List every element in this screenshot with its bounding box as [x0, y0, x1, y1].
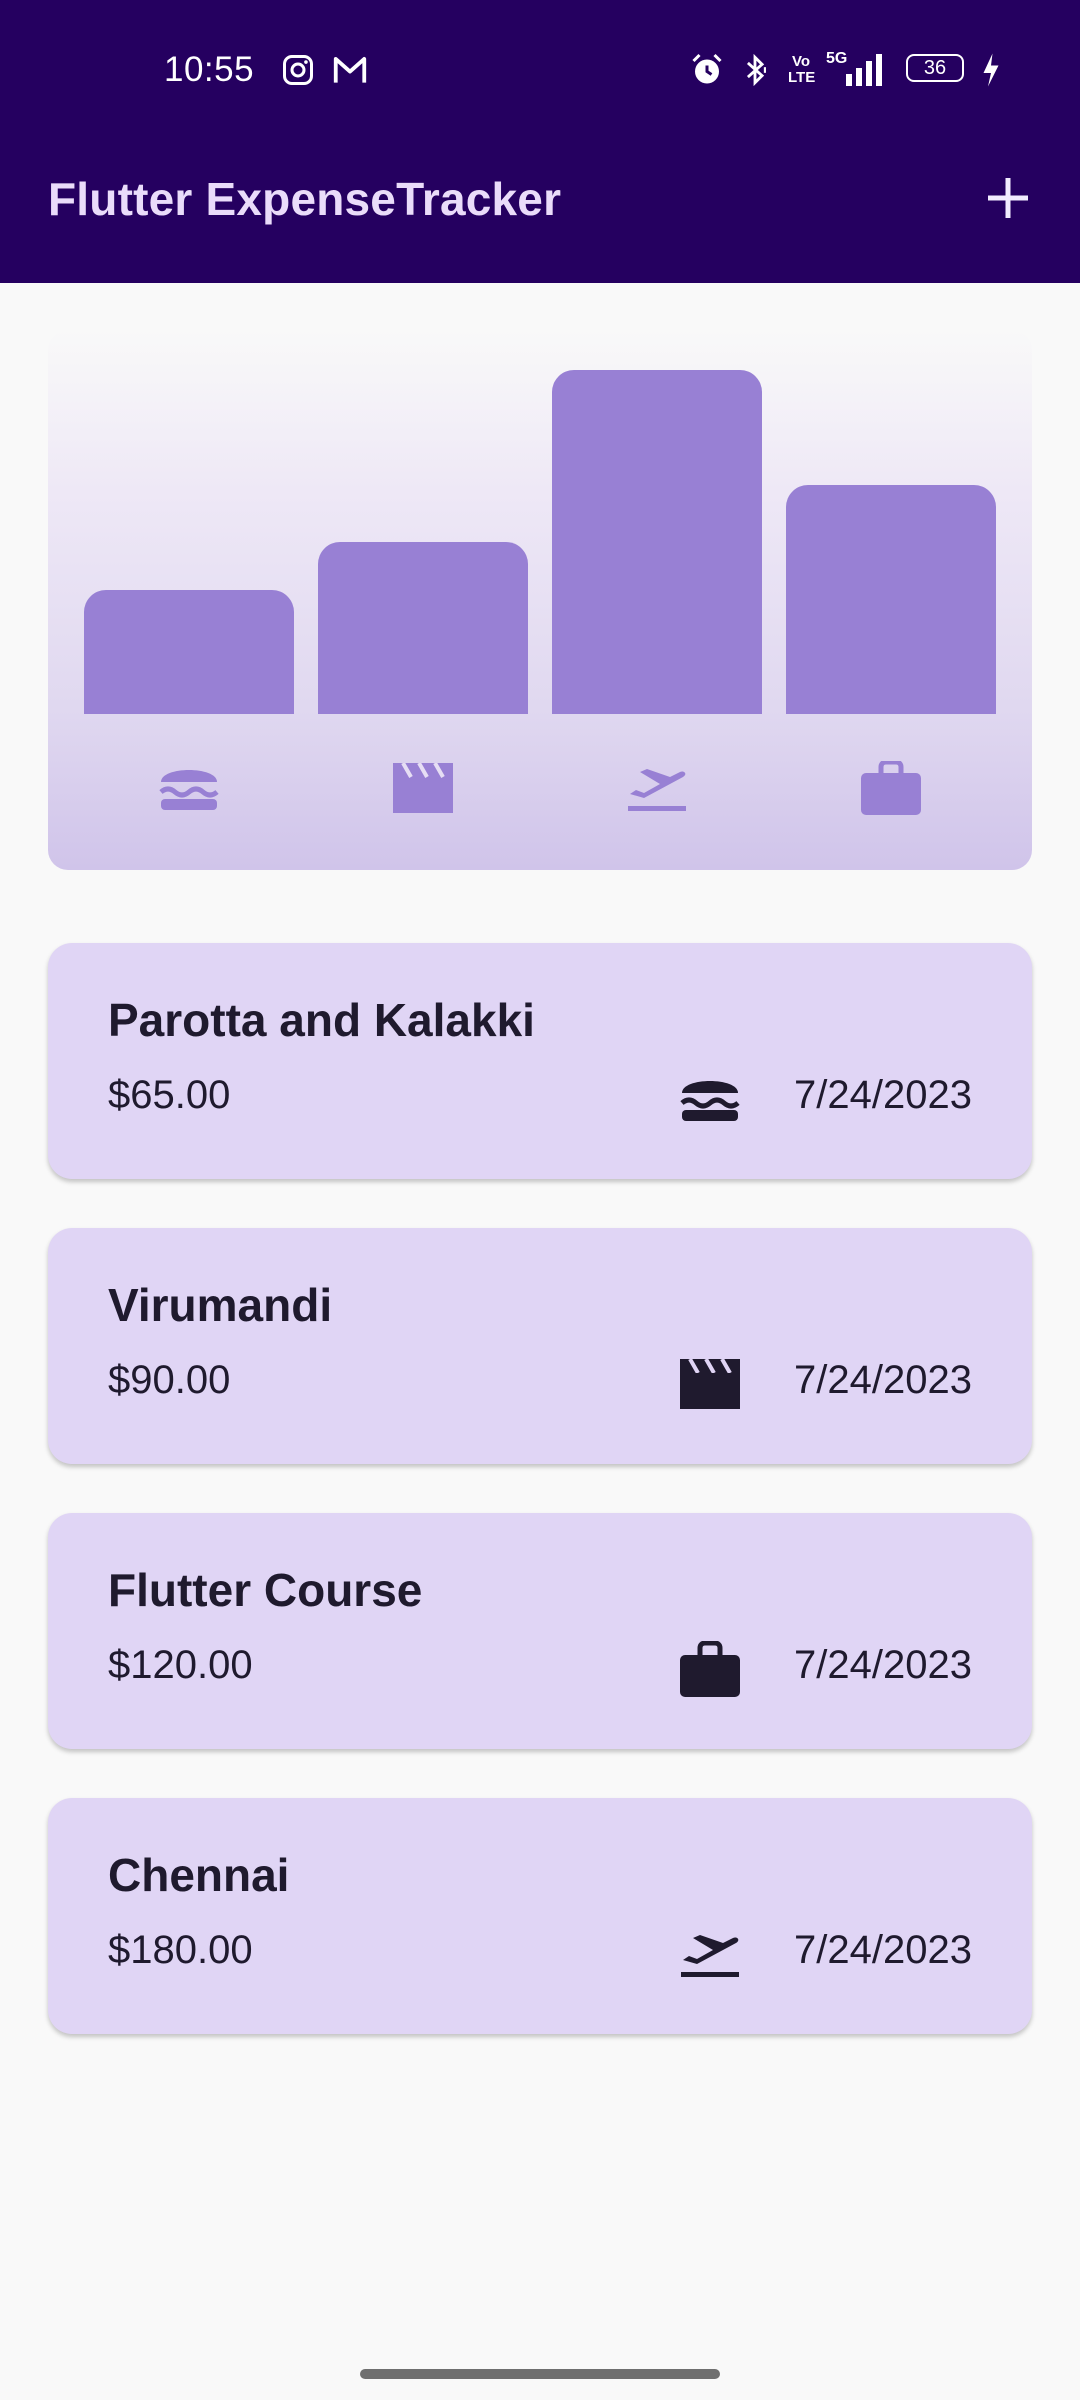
flight-takeoff-icon [678, 1926, 742, 1982]
bluetooth-icon [746, 53, 766, 87]
movie-clapper-icon [388, 758, 458, 818]
expense-title: Virumandi [108, 1279, 333, 1331]
alarm-icon [692, 53, 722, 84]
chart-bar-food [84, 590, 294, 714]
status-time: 10:55 [164, 50, 255, 89]
flight-takeoff-icon [622, 758, 692, 818]
expense-amount: $180.00 [108, 1928, 253, 1972]
battery-icon: 36 [906, 54, 964, 82]
chart-bar-travel [552, 370, 762, 714]
app-title: Flutter ExpenseTracker [48, 173, 562, 225]
home-indicator[interactable] [360, 2369, 720, 2379]
briefcase-icon [678, 1641, 742, 1697]
volte-indicator: Vo LTE [788, 53, 816, 86]
expense-item-0[interactable]: Parotta and Kalakki $65.00 7/24/2023 [48, 943, 1032, 1179]
expense-amount: $120.00 [108, 1643, 253, 1687]
gmail-icon [333, 57, 367, 83]
signal-icon [846, 54, 882, 86]
chart-bars [84, 370, 996, 714]
expense-date: 7/24/2023 [794, 1928, 972, 1972]
briefcase-icon [856, 758, 926, 818]
status-bar: 10:55 Vo LTE 5G 36 [0, 0, 1080, 145]
battery-level: 36 [923, 56, 947, 79]
expense-date: 7/24/2023 [794, 1643, 972, 1687]
burger-icon [154, 758, 224, 818]
chart-bar-leisure [318, 542, 528, 714]
instagram-icon [283, 55, 313, 85]
charging-icon [983, 53, 999, 87]
expense-date: 7/24/2023 [794, 1073, 972, 1117]
expense-amount: $65.00 [108, 1073, 231, 1117]
chart-bar-work [786, 485, 996, 714]
expense-title: Chennai [108, 1849, 290, 1901]
expense-amount: $90.00 [108, 1358, 231, 1402]
expense-item-1[interactable]: Virumandi $90.00 7/24/2023 [48, 1228, 1032, 1464]
add-expense-button[interactable] [978, 168, 1038, 228]
plus-icon [988, 178, 1028, 218]
movie-clapper-icon [678, 1356, 742, 1412]
expense-chart [48, 330, 1032, 870]
burger-icon [678, 1071, 742, 1127]
expense-item-3[interactable]: Chennai $180.00 7/24/2023 [48, 1798, 1032, 2034]
expense-date: 7/24/2023 [794, 1358, 972, 1402]
expense-title: Parotta and Kalakki [108, 994, 535, 1046]
expense-item-2[interactable]: Flutter Course $120.00 7/24/2023 [48, 1513, 1032, 1749]
app-bar: 10:55 Vo LTE 5G 36 Flutter ExpenseTracke… [0, 0, 1080, 283]
expense-title: Flutter Course [108, 1564, 423, 1616]
